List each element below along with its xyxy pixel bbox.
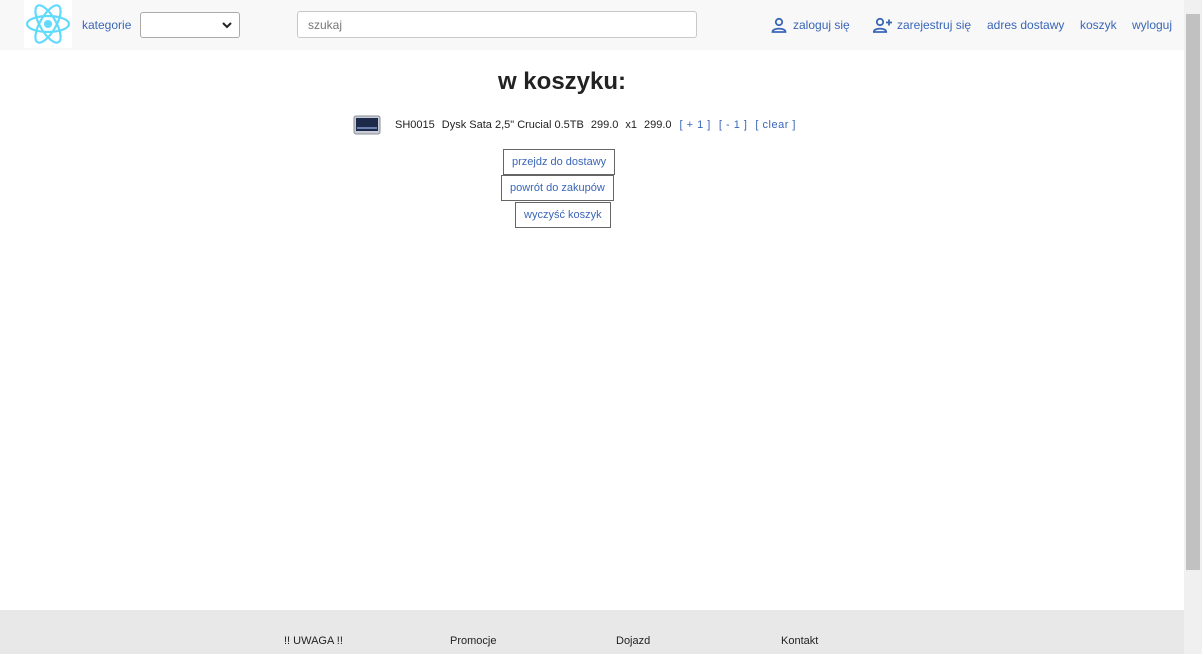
back-to-shopping-button[interactable]: powrót do zakupów (501, 175, 614, 201)
logout-link[interactable]: wyloguj (1132, 17, 1172, 33)
main-content: w koszyku: SH0015 Dysk Sata 2,5" Crucial… (0, 50, 1184, 610)
clear-cart-button[interactable]: wyczyść koszyk (515, 202, 611, 228)
login-link[interactable]: zaloguj się (771, 17, 850, 33)
item-total: 299.0 (644, 119, 672, 131)
footer-link-directions[interactable]: Dojazd (616, 635, 650, 647)
register-label: zarejestruj się (897, 18, 972, 32)
page-title: w koszyku: (497, 68, 627, 95)
item-name: Dysk Sata 2,5" Crucial 0.5TB (441, 119, 584, 131)
categories-label: kategorie (82, 18, 132, 32)
page-scrollbar[interactable] (1184, 0, 1202, 654)
search-input[interactable] (297, 11, 697, 38)
chevron-down-icon (222, 22, 232, 29)
footer-link-contact[interactable]: Kontakt (781, 635, 818, 647)
user-plus-icon (873, 17, 892, 33)
user-icon (771, 17, 787, 33)
clear-item-link[interactable]: [ clear ] (755, 119, 796, 131)
cart-link[interactable]: koszyk (1080, 17, 1117, 33)
item-price: 299.0 (590, 119, 619, 131)
login-label: zaloguj się (793, 18, 850, 32)
item-quantity: x1 (625, 119, 637, 131)
go-to-delivery-button[interactable]: przejdz do dostawy (503, 149, 616, 175)
cart-item-row: SH0015 Dysk Sata 2,5" Crucial 0.5TB 299.… (353, 114, 804, 136)
navbar: kategorie zaloguj się zarejestruj się ad… (0, 0, 1184, 50)
categories-select[interactable] (140, 12, 240, 38)
decrease-quantity-link[interactable]: [ - 1 ] (719, 119, 748, 131)
register-link[interactable]: zarejestruj się (873, 17, 971, 33)
footer-link-warning[interactable]: !! UWAGA !! (284, 635, 343, 647)
scrollbar-thumb[interactable] (1186, 14, 1200, 570)
ssd-drive-icon (353, 115, 381, 135)
item-code: SH0015 (395, 119, 435, 131)
footer: !! UWAGA !! Promocje Dojazd Kontakt (0, 610, 1184, 654)
address-link[interactable]: adres dostawy (987, 17, 1064, 33)
footer-link-promotions[interactable]: Promocje (450, 635, 496, 647)
increase-quantity-link[interactable]: [ + 1 ] (680, 119, 711, 131)
react-logo-icon[interactable] (24, 0, 72, 48)
